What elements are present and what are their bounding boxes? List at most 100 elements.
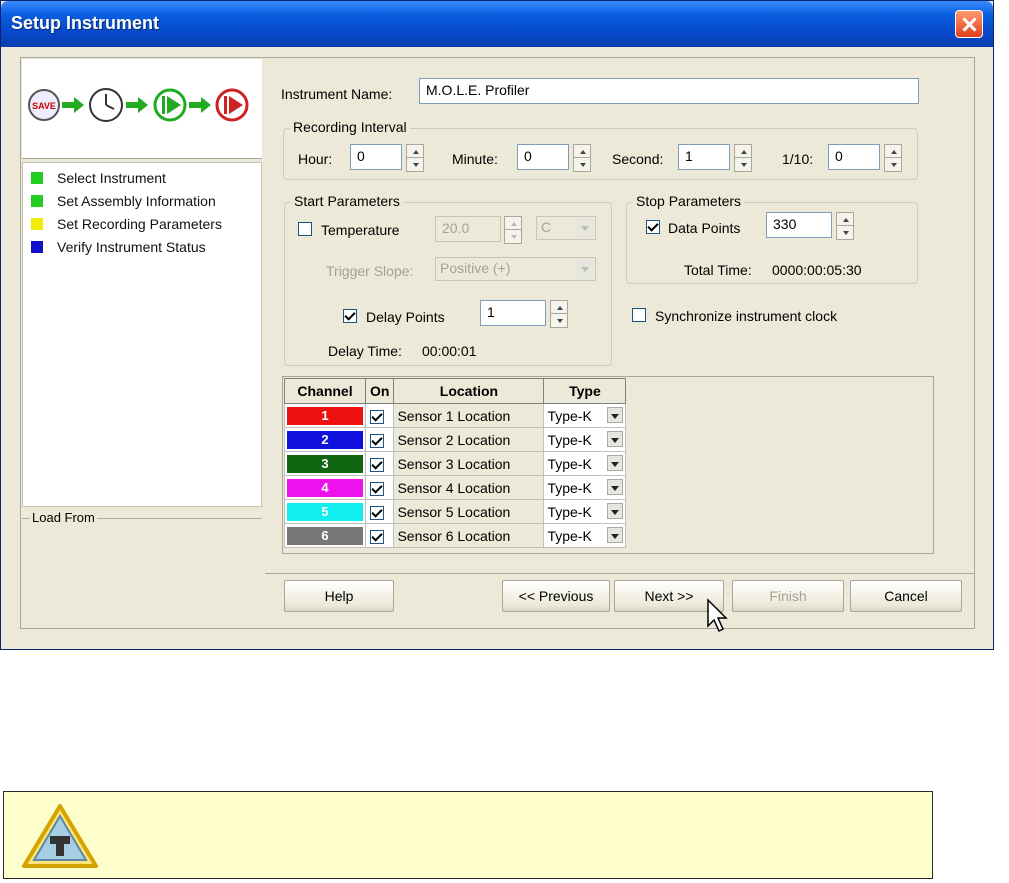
location-cell[interactable]: Sensor 5 Location [393, 499, 545, 524]
hour-spinner[interactable] [406, 144, 424, 172]
load-from-group: Load From [22, 510, 262, 629]
location-cell[interactable]: Sensor 6 Location [393, 523, 545, 548]
channel-table: Channel On Location Type 1 Sensor 1 Loca… [284, 378, 627, 548]
channel-on-checkbox[interactable] [370, 457, 384, 472]
table-row: 4 Sensor 4 Location Type-K [284, 475, 627, 500]
svg-text:SAVE: SAVE [32, 101, 56, 111]
status-square-icon [31, 172, 43, 184]
channel-on-checkbox[interactable] [370, 409, 384, 424]
type-cell[interactable]: Type-K [543, 451, 627, 476]
chevron-down-icon[interactable] [607, 503, 624, 519]
type-cell[interactable]: Type-K [543, 427, 627, 452]
previous-button[interactable]: << Previous [502, 580, 610, 612]
type-header[interactable]: Type [543, 378, 627, 404]
type-cell[interactable]: Type-K [543, 499, 627, 524]
close-icon[interactable] [955, 10, 983, 38]
recording-interval-legend: Recording Interval [290, 119, 410, 135]
channel-swatch[interactable]: 2 [287, 430, 363, 449]
step-set-recording: Set Recording Parameters [31, 213, 222, 235]
load-from-legend: Load From [30, 510, 97, 525]
window-title: Setup Instrument [11, 13, 160, 33]
channel-on-checkbox[interactable] [370, 505, 384, 520]
channel-swatch[interactable]: 1 [287, 406, 363, 425]
temperature-spinner[interactable] [504, 216, 522, 244]
data-points-label: Data Points [668, 220, 741, 236]
cancel-button[interactable]: Cancel [850, 580, 962, 612]
chevron-down-icon[interactable] [607, 431, 624, 447]
instrument-name-label: Instrument Name: [281, 86, 393, 102]
channel-swatch[interactable]: 4 [287, 478, 363, 497]
chevron-down-icon [576, 218, 594, 238]
wizard-steps-list: Select Instrument Set Assembly Informati… [22, 162, 262, 507]
tenth-label: 1/10: [782, 151, 814, 167]
tenth-spinner[interactable] [884, 144, 902, 172]
temperature-input[interactable]: 20.0 [435, 216, 501, 242]
delay-points-label: Delay Points [366, 309, 445, 325]
chevron-down-icon[interactable] [607, 479, 624, 495]
channel-header[interactable]: Channel [284, 378, 366, 404]
delay-time-label: Delay Time: [328, 343, 402, 359]
type-cell[interactable]: Type-K [543, 403, 627, 428]
temperature-label: Temperature [321, 222, 400, 238]
location-cell[interactable]: Sensor 4 Location [393, 475, 545, 500]
save-icon: SAVE [28, 89, 60, 121]
minute-input[interactable]: 0 [517, 144, 569, 170]
location-cell[interactable]: Sensor 1 Location [393, 403, 545, 428]
clock-icon [89, 88, 123, 122]
hour-label: Hour: [298, 151, 333, 167]
second-spinner[interactable] [734, 144, 752, 172]
trigger-slope-dropdown[interactable]: Positive (+) [435, 257, 596, 281]
data-points-checkbox[interactable] [646, 220, 660, 234]
step-verify-status: Verify Instrument Status [31, 236, 206, 258]
note-box [3, 791, 933, 879]
trigger-slope-label: Trigger Slope: [326, 263, 414, 279]
channel-on-checkbox[interactable] [370, 433, 384, 448]
delay-points-spinner[interactable] [550, 300, 568, 328]
synchronize-clock-checkbox[interactable] [632, 308, 646, 322]
table-row: 1 Sensor 1 Location Type-K [284, 403, 627, 428]
instrument-name-input[interactable]: M.O.L.E. Profiler [419, 78, 919, 104]
finish-button[interactable]: Finish [732, 580, 844, 612]
location-cell[interactable]: Sensor 3 Location [393, 451, 545, 476]
data-points-spinner[interactable] [836, 212, 854, 240]
minute-spinner[interactable] [573, 144, 591, 172]
channel-on-checkbox[interactable] [370, 481, 384, 496]
delay-points-input[interactable]: 1 [480, 300, 546, 326]
channel-swatch[interactable]: 3 [287, 454, 363, 473]
total-time-value: 0000:00:05:30 [772, 262, 862, 278]
mouse-cursor-icon [707, 598, 728, 633]
table-row: 5 Sensor 5 Location Type-K [284, 499, 627, 524]
play-stop-icon [215, 88, 249, 122]
wizard-flow-graphic: SAVE [22, 59, 262, 159]
type-cell[interactable]: Type-K [543, 475, 627, 500]
channel-on-checkbox[interactable] [370, 529, 384, 544]
total-time-label: Total Time: [684, 262, 752, 278]
temperature-checkbox[interactable] [298, 222, 312, 236]
location-header[interactable]: Location [393, 378, 545, 404]
status-square-icon [31, 218, 43, 230]
arrow-right-icon [62, 97, 84, 113]
step-set-assembly: Set Assembly Information [31, 190, 216, 212]
minute-label: Minute: [452, 151, 498, 167]
second-input[interactable]: 1 [678, 144, 730, 170]
help-button[interactable]: Help [284, 580, 394, 612]
chevron-down-icon[interactable] [607, 527, 624, 543]
arrow-right-icon [126, 97, 148, 113]
hour-input[interactable]: 0 [350, 144, 402, 170]
type-cell[interactable]: Type-K [543, 523, 627, 548]
warning-tip-icon [22, 804, 98, 868]
tenth-input[interactable]: 0 [828, 144, 880, 170]
chevron-down-icon[interactable] [607, 455, 624, 471]
chevron-down-icon [576, 259, 594, 279]
temperature-unit-dropdown[interactable]: C [536, 216, 596, 240]
location-cell[interactable]: Sensor 2 Location [393, 427, 545, 452]
data-points-input[interactable]: 330 [766, 212, 832, 238]
second-label: Second: [612, 151, 664, 167]
channel-swatch[interactable]: 5 [287, 502, 363, 521]
chevron-down-icon[interactable] [607, 407, 624, 423]
delay-points-checkbox[interactable] [343, 309, 357, 323]
table-row: 6 Sensor 6 Location Type-K [284, 523, 627, 548]
play-record-icon [153, 88, 187, 122]
channel-swatch[interactable]: 6 [287, 526, 363, 545]
on-header[interactable]: On [364, 378, 395, 404]
